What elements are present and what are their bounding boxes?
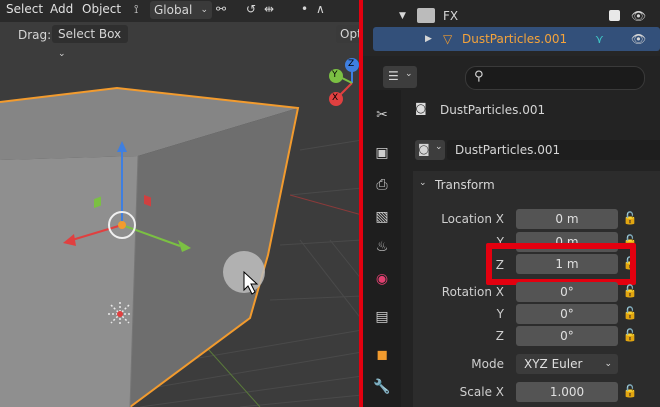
menu-add[interactable]: Add [50, 2, 73, 16]
snap-icon[interactable]: ↺ [246, 2, 256, 16]
editor-type-dropdown[interactable]: ☰ ⌄ [383, 66, 417, 88]
rotation-y-label: Y [496, 307, 504, 321]
rotation-x-value: 0° [560, 285, 574, 299]
rotation-z-label: Z [495, 329, 504, 343]
drag-mode-dropdown[interactable]: Select Box ⌄ [52, 25, 128, 59]
proportional-edit-icon[interactable]: • [301, 2, 308, 16]
tab-render[interactable]: ▣ [371, 142, 393, 164]
chevron-down-icon: ⌄ [435, 142, 443, 152]
cube-front-face [130, 108, 298, 407]
expand-arrow-icon[interactable]: ▶ [425, 27, 432, 51]
image-icon: ▧ [375, 209, 389, 225]
transform-panel-header[interactable]: ⌄ Transform [413, 171, 660, 199]
location-x-field[interactable]: 0 m [516, 209, 618, 229]
tab-object[interactable]: ◼ [371, 344, 393, 366]
tab-modifiers[interactable]: 🔧 [371, 376, 393, 398]
rotation-z-value: 0° [560, 329, 574, 343]
lock-icon[interactable]: 🔓 [622, 284, 638, 300]
menu-select[interactable]: Select [6, 2, 43, 16]
tab-tool[interactable]: ✂ [371, 104, 393, 126]
properties-tabs: ✂ ▣ ⎙ ▧ ♨ ◉ ▤ ◼ 🔧 [363, 90, 401, 407]
lock-icon[interactable]: 🔓 [622, 384, 638, 400]
collection-name: FX [443, 9, 459, 23]
properties-object-name: DustParticles.001 [440, 103, 546, 117]
orientation-dropdown[interactable]: Global ⌄ [150, 1, 212, 19]
scene-icon: ♨ [375, 239, 389, 255]
chevron-down-icon: ⌄ [419, 178, 427, 188]
rotation-z-field[interactable]: 0° [516, 326, 618, 346]
chevron-down-icon: ⌄ [604, 359, 612, 369]
object-icon: ◙ [418, 142, 430, 156]
orientation-value: Global [154, 3, 193, 17]
mesh-object-icon: ▽ [443, 32, 453, 46]
tool-icon: ✂ [376, 107, 388, 123]
rotation-mode-dropdown[interactable]: XYZ Euler ⌄ [516, 354, 618, 374]
lock-icon[interactable]: 🔓 [622, 306, 638, 322]
object-name: DustParticles.001 [462, 32, 568, 46]
render-icon: ▣ [375, 145, 389, 161]
falloff-icon[interactable]: ∧ [316, 2, 325, 16]
checkbox-icon[interactable] [609, 10, 620, 21]
highlight-box [486, 243, 636, 285]
scale-x-label: Scale X [459, 385, 504, 399]
chevron-down-icon: ⌄ [405, 69, 413, 79]
tab-output[interactable]: ⎙ [371, 174, 393, 196]
datablock-name-field[interactable]: DustParticles.001 [447, 140, 660, 160]
location-x-value: 0 m [555, 212, 579, 226]
eye-icon[interactable]: 👁 [631, 27, 646, 51]
datablock-browse-button[interactable]: ◙ ⌄ [415, 140, 445, 160]
collection-icon: ▤ [375, 309, 389, 325]
viewport-header: Select Add Object ⟟ Global ⌄ ⚯ ↺ ⇹ • ∧ [0, 0, 362, 22]
lock-icon[interactable]: 🔓 [622, 328, 638, 344]
scale-x-field[interactable]: 1.000 [516, 382, 618, 402]
mode-label: Mode [471, 357, 504, 371]
drag-mode-value: Select Box [58, 27, 122, 41]
eye-icon[interactable]: 👁 [631, 4, 646, 28]
nav-gizmo-y-label: Y [332, 70, 338, 80]
drag-label: Drag: [18, 28, 52, 42]
panel-title: Transform [435, 178, 495, 192]
cube-left-face [0, 156, 138, 407]
rotation-mode-value: XYZ Euler [524, 357, 583, 371]
search-icon: ⚲ [474, 69, 484, 84]
rotation-y-value: 0° [560, 307, 574, 321]
rotation-y-field[interactable]: 0° [516, 304, 618, 324]
object-data-icon: ◙ [415, 101, 427, 115]
tab-world[interactable]: ◉ [371, 268, 393, 290]
snap-target-icon[interactable]: ⇹ [264, 2, 274, 16]
expand-arrow-icon[interactable]: ▼ [399, 4, 406, 28]
lock-icon[interactable]: 🔓 [622, 211, 638, 227]
printer-icon: ⎙ [376, 177, 388, 193]
wrench-icon: 🔧 [373, 379, 391, 395]
rotation-x-field[interactable]: 0° [516, 282, 618, 302]
collection-icon [417, 8, 435, 23]
rotation-x-label: Rotation X [441, 285, 504, 299]
tab-collection[interactable]: ▤ [371, 306, 393, 328]
viewport-scene [0, 58, 362, 407]
outliner-row-dustparticles[interactable]: ▶ ▽ DustParticles.001 ⋎ 👁 [373, 27, 660, 51]
properties-editor-icon: ☰ [388, 69, 399, 83]
tab-scene[interactable]: ♨ [371, 236, 393, 258]
transform-orientation-icon: ⟟ [134, 2, 139, 16]
chevron-down-icon: ⌄ [200, 5, 208, 15]
menu-object[interactable]: Object [82, 2, 121, 16]
chevron-down-icon: ⌄ [58, 49, 66, 59]
location-x-label: Location X [441, 212, 504, 226]
datablock-name: DustParticles.001 [455, 143, 561, 157]
pivot-icon[interactable]: ⚯ [216, 2, 226, 16]
object-icon: ◼ [376, 347, 388, 363]
properties-search-input[interactable]: ⚲ [465, 66, 645, 90]
outliner-row-fx[interactable]: ▼ FX 👁 [363, 4, 660, 28]
tool-settings-bar: Drag: Select Box ⌄ Opti [0, 22, 362, 59]
nav-gizmo-x-label: X [332, 93, 339, 103]
outliner: ▼ FX 👁 ▶ ▽ DustParticles.001 ⋎ 👁 [363, 0, 660, 56]
scale-x-value: 1.000 [549, 385, 585, 399]
particle-system-icon[interactable]: ⋎ [595, 27, 604, 51]
3d-viewport[interactable]: Z Y X Select Add Object ⟟ Global ⌄ ⚯ ↺ ⇹… [0, 0, 362, 407]
world-icon: ◉ [375, 271, 389, 287]
tab-view-layer[interactable]: ▧ [371, 206, 393, 228]
nav-gizmo-z-label: Z [348, 59, 355, 69]
